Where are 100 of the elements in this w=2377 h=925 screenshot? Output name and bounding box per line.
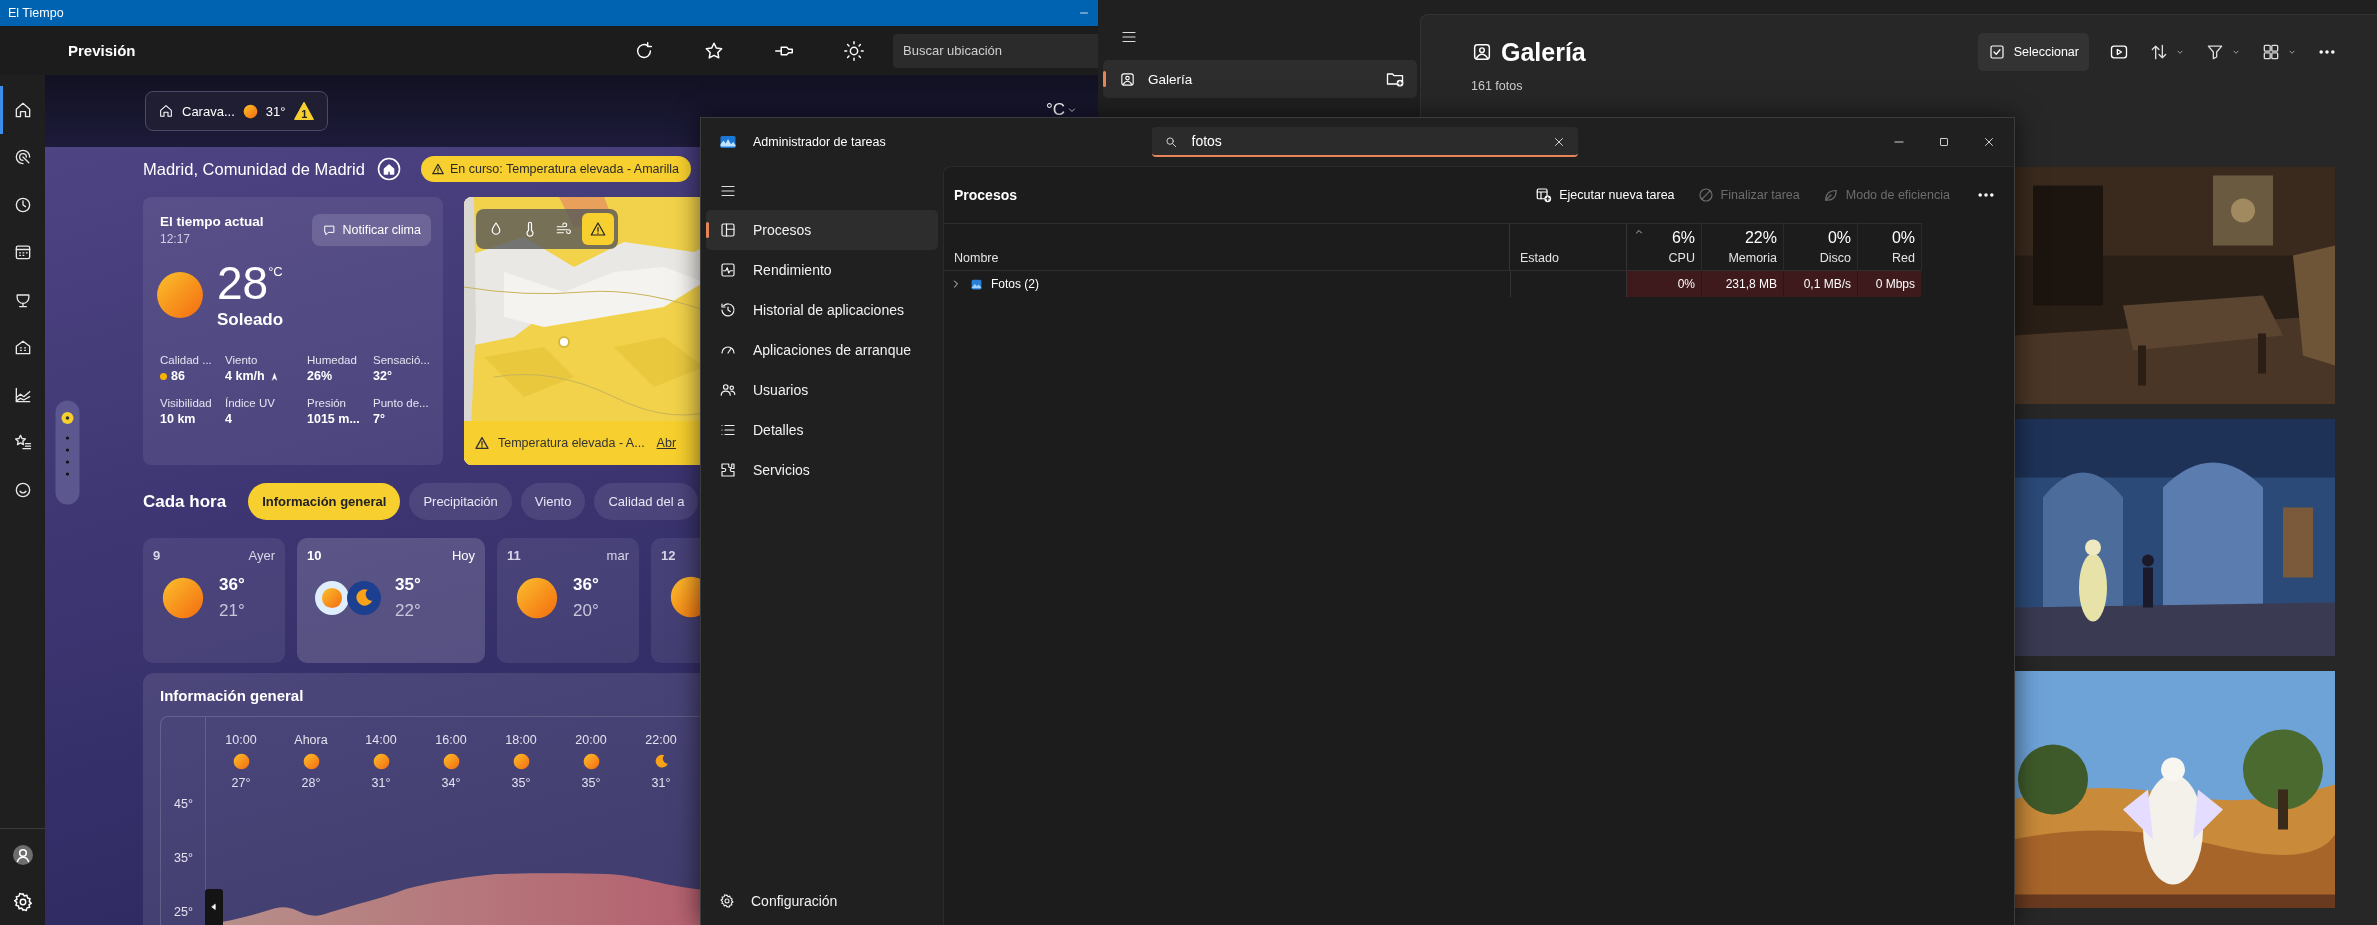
home-button-icon[interactable] xyxy=(376,157,401,181)
temperature: 28 xyxy=(217,260,269,306)
alert-pill[interactable]: En curso: Temperatura elevada - Amarilla xyxy=(420,156,691,182)
stat-label: Índice UV xyxy=(225,397,276,409)
stat-label: Presión xyxy=(307,397,347,409)
sun-icon xyxy=(155,270,205,320)
unit-dropdown[interactable]: °C xyxy=(1045,102,1078,118)
location-title: Madrid, Comunidad de Madrid xyxy=(143,159,365,179)
tab[interactable]: Información general xyxy=(248,483,401,520)
sidebar-item[interactable]: Historial de aplicaciones xyxy=(706,290,938,330)
search-icon xyxy=(1163,135,1178,149)
hour-temperature: 34° xyxy=(441,776,461,790)
window-title: El Tiempo xyxy=(8,6,64,20)
gallery-icon xyxy=(1119,70,1136,88)
hour-label: 20:00 xyxy=(575,733,607,747)
scroll-left-button[interactable] xyxy=(205,889,223,925)
tab[interactable]: Precipitación xyxy=(409,483,512,520)
page-title: Galería xyxy=(1501,37,1586,67)
high-temperature: 36° xyxy=(573,575,599,595)
stat-value: 32° xyxy=(373,369,392,383)
day-icon xyxy=(315,581,349,615)
layout-button[interactable] xyxy=(2261,42,2297,62)
hour-label: 14:00 xyxy=(365,733,397,747)
prohibited-icon xyxy=(1696,186,1715,204)
photo-count: 161 fotos xyxy=(1471,79,1524,93)
settings-icon[interactable] xyxy=(11,891,34,913)
close-icon[interactable] xyxy=(1982,135,1996,149)
stat-label: Visibilidad xyxy=(160,397,213,409)
day-label: mar xyxy=(606,548,629,563)
chat-icon xyxy=(321,222,337,238)
location-name: Carava... xyxy=(182,103,235,119)
day-number: 9 xyxy=(153,548,161,563)
temperature: 31° xyxy=(265,103,286,119)
user-avatar-icon[interactable] xyxy=(10,843,35,867)
sun-icon xyxy=(302,753,320,770)
run-task-icon xyxy=(1535,186,1554,204)
stat-value: 4 km/h xyxy=(225,369,265,383)
hour-temperature: 31° xyxy=(371,776,391,790)
settings-item[interactable]: Configuración xyxy=(706,884,938,918)
stat-label: Calidad ... xyxy=(160,354,213,366)
select-button[interactable]: Seleccionar xyxy=(1977,33,2089,71)
sun-icon xyxy=(582,753,600,770)
processes-icon xyxy=(719,221,737,239)
stat-value: 26% xyxy=(307,369,333,383)
warning-icon xyxy=(589,220,607,238)
day-label: Ayer xyxy=(248,548,275,563)
stat-value: 86 xyxy=(171,369,185,383)
sun-icon xyxy=(372,753,390,770)
maximize-icon[interactable] xyxy=(1937,135,1951,149)
hour-temperature: 35° xyxy=(581,776,601,790)
day-card[interactable]: 11 mar 36° 20° xyxy=(497,538,639,663)
sidebar-item[interactable]: Detalles xyxy=(706,410,938,450)
sun-icon xyxy=(442,753,460,770)
tab[interactable]: Calidad del a xyxy=(594,483,699,520)
status-dot xyxy=(160,372,167,380)
layout-icon xyxy=(2261,42,2281,62)
hour-label: 10:00 xyxy=(225,733,257,747)
day-card[interactable]: 9 Ayer 36° 21° xyxy=(143,538,285,663)
sun-icon xyxy=(515,576,559,620)
alert-count-badge: 1 xyxy=(293,101,316,121)
column-header[interactable]: Estado xyxy=(1510,223,1627,271)
low-temperature: 22° xyxy=(395,601,421,621)
app-icon xyxy=(719,133,737,151)
notify-button[interactable]: Notificar clima xyxy=(311,214,431,246)
toolbar-button[interactable]: Ejecutar nueva tarea xyxy=(1529,182,1681,208)
day-number: 11 xyxy=(507,548,521,563)
gallery-icon xyxy=(1471,41,1493,63)
sidebar-item[interactable]: Rendimiento xyxy=(706,250,938,290)
table-cell: 0% xyxy=(1627,271,1702,297)
hour-temperature: 31° xyxy=(651,776,671,790)
time: 12:17 xyxy=(160,232,192,246)
sun-icon[interactable] xyxy=(843,39,865,62)
hour-label: 18:00 xyxy=(505,733,537,747)
column-header[interactable]: Nombre xyxy=(944,223,1510,271)
stat-value: 10 km xyxy=(160,412,196,426)
table-cell: 231,8 MB xyxy=(1702,271,1784,297)
sidebar-item[interactable]: Procesos xyxy=(706,210,938,250)
search-field[interactable]: fotos xyxy=(1151,127,1578,157)
day-card[interactable]: 10 Hoy 35° 22° xyxy=(297,538,485,663)
sort-button[interactable] xyxy=(2149,42,2185,62)
warning-icon xyxy=(474,435,490,451)
sidebar-item[interactable]: Usuarios xyxy=(706,370,938,410)
stat-value: 1015 m... xyxy=(307,412,360,426)
sidebar-item[interactable]: Galería xyxy=(1103,60,1417,98)
stat-value: 7° xyxy=(373,412,385,426)
warning-icon xyxy=(430,162,445,176)
sidebar-item[interactable]: Servicios xyxy=(706,450,938,490)
day-number: 10 xyxy=(307,548,322,563)
settings-icon xyxy=(719,893,735,909)
stat-label: Viento xyxy=(225,354,259,366)
tab[interactable]: Viento xyxy=(520,483,586,520)
alert-link[interactable]: Abr xyxy=(656,436,677,450)
stat-label: Punto de... xyxy=(373,397,430,409)
sidebar-item[interactable]: Aplicaciones de arranque xyxy=(706,330,938,370)
search-field[interactable]: Buscar ubicación xyxy=(893,33,1098,68)
window-title: Administrador de tareas xyxy=(753,135,886,149)
sun-icon xyxy=(242,103,258,119)
saved-location-chip[interactable]: Carava... 31° 1 xyxy=(145,91,329,131)
photos-app-icon xyxy=(970,277,983,291)
map-layer-button[interactable] xyxy=(582,213,614,245)
